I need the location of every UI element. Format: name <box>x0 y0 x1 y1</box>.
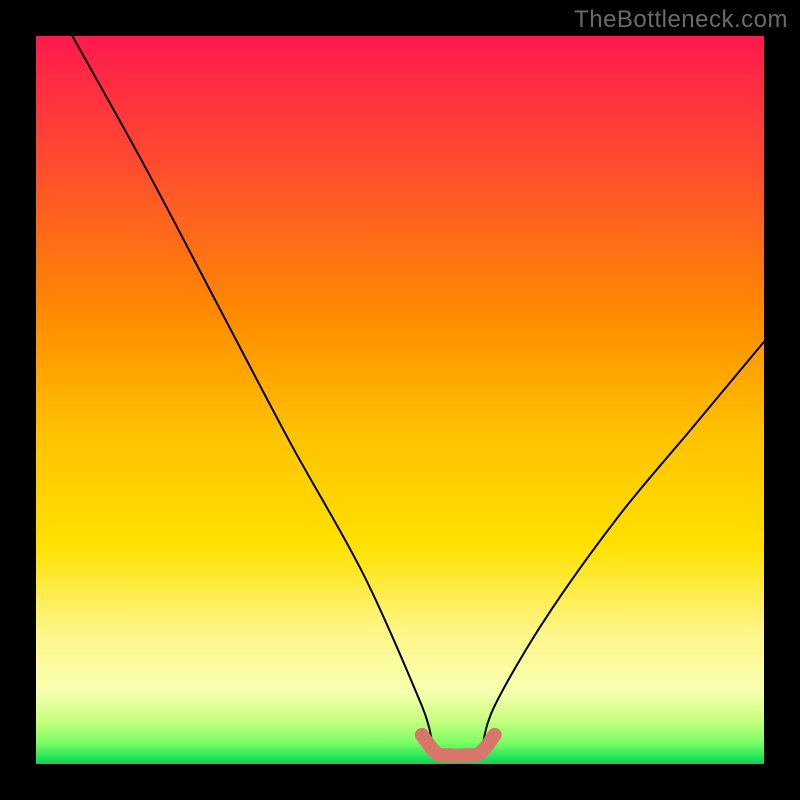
chart-svg <box>36 36 764 764</box>
chart-frame: TheBottleneck.com <box>0 0 800 800</box>
plot-area <box>36 36 764 764</box>
bottleneck-curve-path <box>72 36 764 753</box>
watermark-text: TheBottleneck.com <box>574 6 788 34</box>
